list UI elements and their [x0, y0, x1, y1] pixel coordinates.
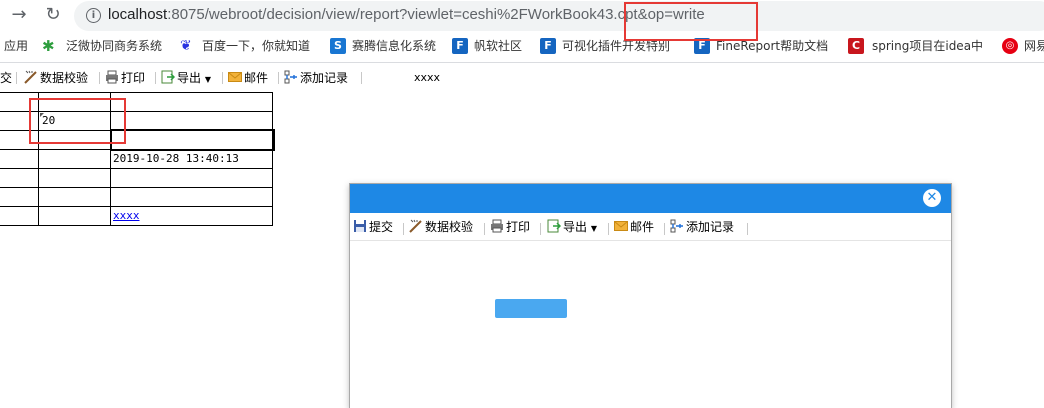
export-icon	[161, 70, 175, 84]
link-cell[interactable]: xxxx	[113, 209, 140, 223]
saiteng-s-icon: S	[330, 38, 346, 54]
toolbar-separator	[16, 72, 17, 84]
toolbar-separator	[484, 223, 485, 235]
bookmark-saiteng[interactable]: S 赛腾信息化系统	[330, 32, 436, 60]
dropdown-arrow-icon: ▼	[204, 75, 211, 84]
export-button[interactable]: 导出 ▼	[161, 67, 211, 89]
timestamp-cell: 2019-10-28 13:40:13	[113, 152, 239, 165]
bookmark-spring-idea[interactable]: C spring项目在idea中	[848, 32, 993, 60]
bookmarks-bar: 应用 ✱ 泛微协同商务系统 ❦ 百度一下，你就知道 S 赛腾信息化系统 F 帆软…	[0, 32, 1044, 60]
validate-icon	[24, 70, 37, 84]
weaver-icon: ✱	[42, 37, 55, 55]
fanruan-icon: F	[452, 38, 468, 54]
loading-bar	[495, 299, 567, 318]
dialog-add-record-button[interactable]: 添加记录	[670, 216, 734, 238]
add-record-button[interactable]: 添加记录	[284, 67, 348, 89]
mail-icon	[228, 72, 242, 82]
grid-line	[0, 225, 273, 226]
toolbar-separator	[278, 72, 279, 84]
browser-divider	[0, 62, 1044, 63]
highlight-box-url	[624, 2, 758, 41]
validate-icon	[409, 219, 422, 233]
dialog-header: ✕	[350, 184, 951, 213]
site-info-icon[interactable]: i	[86, 8, 101, 23]
add-record-icon	[284, 70, 297, 84]
mail-icon	[614, 221, 628, 231]
save-icon	[354, 220, 366, 232]
print-button[interactable]: 打印	[105, 67, 145, 89]
baidu-paw-icon: ❦	[180, 38, 192, 54]
dialog-mail-button[interactable]: 邮件	[614, 216, 654, 238]
selected-cell[interactable]	[110, 129, 275, 151]
bookmark-netease[interactable]: ◎ 网易	[1002, 32, 1044, 60]
highlight-box-cell	[29, 98, 126, 144]
url-text[interactable]: localhost:8075/webroot/decision/view/rep…	[108, 5, 705, 25]
mail-button[interactable]: 邮件	[228, 67, 268, 89]
toolbar-separator	[747, 223, 748, 235]
grid-line	[0, 168, 273, 169]
toolbar-separator	[540, 223, 541, 235]
report-dialog: ✕ 提交 数据校验 打印 导出 ▼ 邮件 添加记录	[349, 183, 952, 408]
toolbar-separator	[608, 223, 609, 235]
dialog-toolbar: 提交 数据校验 打印 导出 ▼ 邮件 添加记录	[350, 214, 951, 241]
grid-line	[0, 92, 273, 93]
browser-address-bar: → ↻ i localhost:8075/webroot/decision/vi…	[0, 0, 1044, 31]
dropdown-arrow-icon: ▼	[590, 224, 597, 233]
netease-icon: ◎	[1002, 38, 1018, 54]
forward-arrow-icon[interactable]: →	[8, 4, 30, 26]
grid-line	[272, 92, 273, 226]
toolbar-separator	[361, 72, 362, 84]
grid-line	[0, 187, 273, 188]
close-icon[interactable]: ✕	[923, 189, 941, 207]
bookmark-weaver[interactable]: ✱ 泛微协同商务系统	[42, 32, 162, 60]
dialog-print-button[interactable]: 打印	[490, 216, 530, 238]
dialog-validate-button[interactable]: 数据校验	[409, 216, 473, 238]
dialog-submit-button[interactable]: 提交	[353, 216, 393, 238]
bookmark-apps[interactable]: 应用	[4, 32, 28, 60]
toolbar-separator	[664, 223, 665, 235]
fanruan-icon: F	[540, 38, 556, 54]
toolbar-separator	[222, 72, 223, 84]
csdn-c-icon: C	[848, 38, 864, 54]
printer-icon	[106, 70, 118, 84]
toolbar-separator	[403, 223, 404, 235]
dialog-export-button[interactable]: 导出 ▼	[547, 216, 597, 238]
printer-icon	[491, 219, 503, 233]
validate-button[interactable]: 数据校验	[24, 67, 88, 89]
export-icon	[547, 219, 561, 233]
bookmark-fanruan-community[interactable]: F 帆软社区	[452, 32, 522, 60]
reload-icon[interactable]: ↻	[42, 4, 64, 26]
toolbar-separator	[155, 72, 156, 84]
toolbar-separator	[99, 72, 100, 84]
grid-line	[0, 206, 273, 207]
submit-button[interactable]: 提交	[0, 67, 12, 89]
extra-text: xxxx	[414, 71, 441, 84]
bookmark-baidu[interactable]: ❦ 百度一下，你就知道	[180, 32, 310, 60]
add-record-icon	[670, 219, 683, 233]
